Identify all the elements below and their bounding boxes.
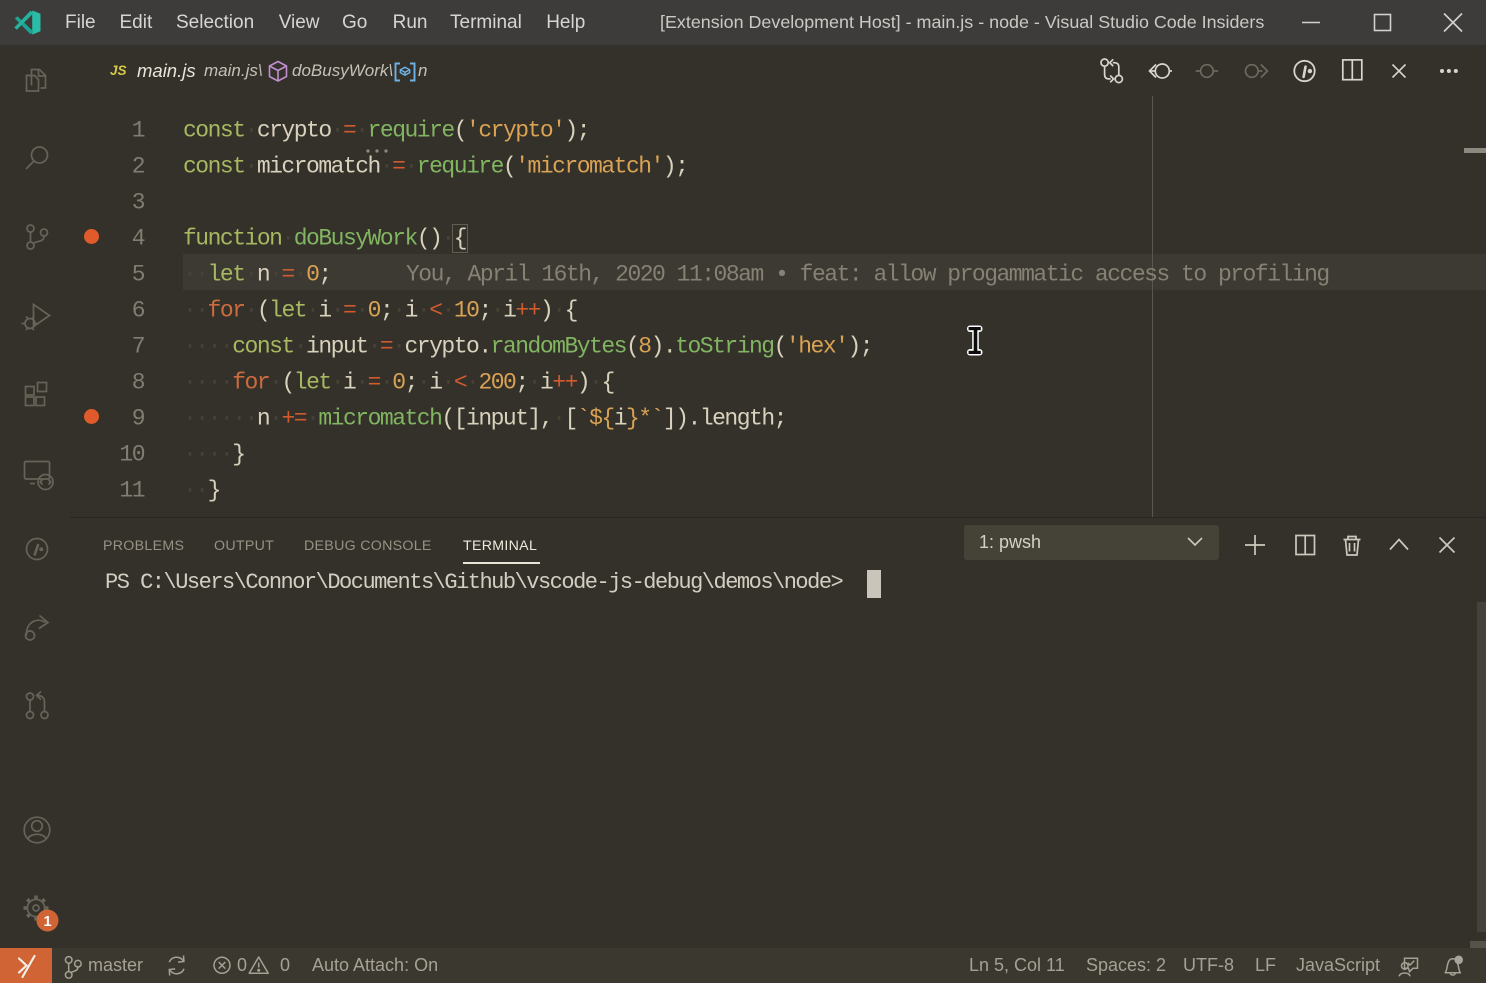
svg-text:1: 1 — [43, 914, 51, 930]
